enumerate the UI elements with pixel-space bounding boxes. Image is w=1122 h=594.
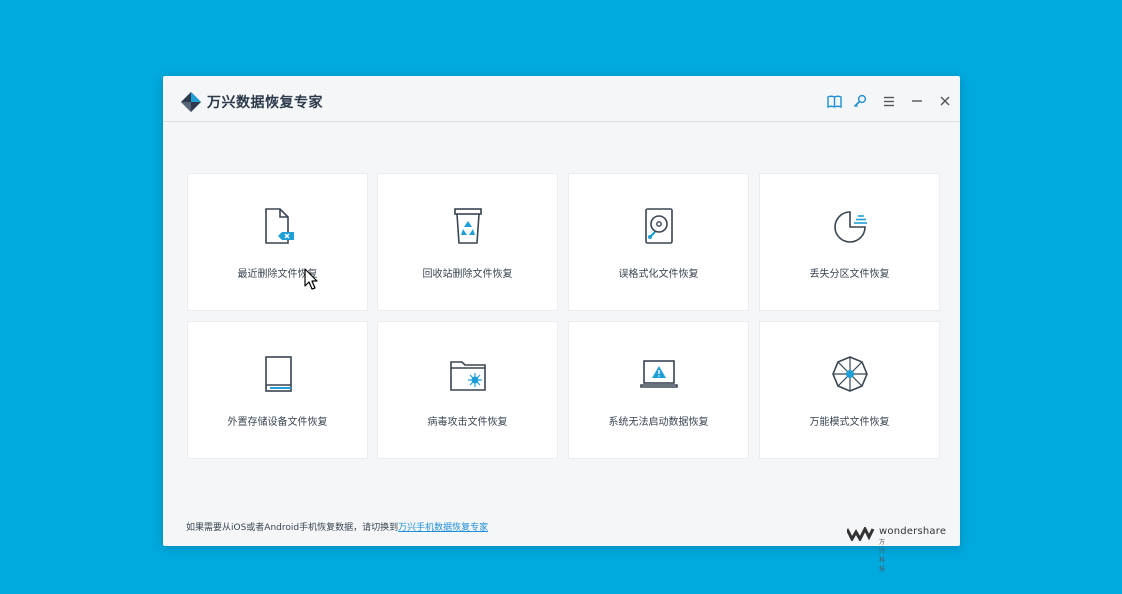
- card-label: 误格式化文件恢复: [618, 269, 699, 280]
- footer-text: 如果需要从iOS或者Android手机恢复数据，请切换到: [186, 523, 399, 533]
- book-icon[interactable]: [826, 93, 842, 109]
- card-recycle-bin[interactable]: 回收站删除文件恢复: [377, 173, 558, 311]
- card-formatted[interactable]: 误格式化文件恢复: [568, 173, 749, 311]
- wondershare-logo-icon: [847, 527, 875, 541]
- all-round-icon: [831, 356, 868, 392]
- card-all-round[interactable]: 万能模式文件恢复: [759, 321, 940, 459]
- deleted-file-icon: [264, 208, 294, 244]
- external-drive-icon: [264, 356, 292, 392]
- brand-sub: 万兴科技: [879, 539, 886, 573]
- laptop-warning-icon: [639, 360, 678, 388]
- minimize-icon[interactable]: [909, 93, 925, 109]
- key-icon[interactable]: [852, 93, 868, 109]
- app-window: 万兴数据恢复专家 最近删除文件恢复 回收站删除文件恢复 误格式化文件恢复 丢失分…: [163, 76, 960, 573]
- card-system-crash[interactable]: 系统无法启动数据恢复: [568, 321, 749, 459]
- brand-name: wondershare: [879, 526, 947, 537]
- card-lost-partition[interactable]: 丢失分区文件恢复: [759, 173, 940, 311]
- card-external-device[interactable]: 外置存储设备文件恢复: [187, 321, 368, 459]
- app-title: 万兴数据恢复专家: [207, 95, 323, 111]
- card-virus-attack[interactable]: 病毒攻击文件恢复: [377, 321, 558, 459]
- close-icon[interactable]: [937, 93, 953, 109]
- recycle-bin-icon: [453, 208, 482, 244]
- card-recent-deleted[interactable]: 最近删除文件恢复: [187, 173, 368, 311]
- menu-icon[interactable]: [881, 93, 897, 109]
- mobile-recovery-link[interactable]: 万兴手机数据恢复专家: [398, 523, 488, 533]
- card-label: 回收站删除文件恢复: [422, 269, 513, 280]
- card-label: 丢失分区文件恢复: [809, 269, 890, 280]
- title-bar: 万兴数据恢复专家: [163, 76, 960, 122]
- virus-folder-icon: [449, 361, 486, 391]
- footer-hint: 如果需要从iOS或者Android手机恢复数据，请切换到万兴手机数据恢复专家: [186, 520, 488, 533]
- hard-drive-icon: [644, 208, 673, 244]
- card-label: 外置存储设备文件恢复: [227, 417, 328, 428]
- mouse-cursor-icon: [304, 268, 318, 290]
- card-label: 病毒攻击文件恢复: [427, 417, 508, 428]
- partition-icon: [833, 211, 867, 243]
- card-label: 最近删除文件恢复: [237, 269, 318, 280]
- card-label: 万能模式文件恢复: [809, 417, 890, 428]
- card-label: 系统无法启动数据恢复: [608, 417, 709, 428]
- app-logo-icon: [181, 92, 201, 112]
